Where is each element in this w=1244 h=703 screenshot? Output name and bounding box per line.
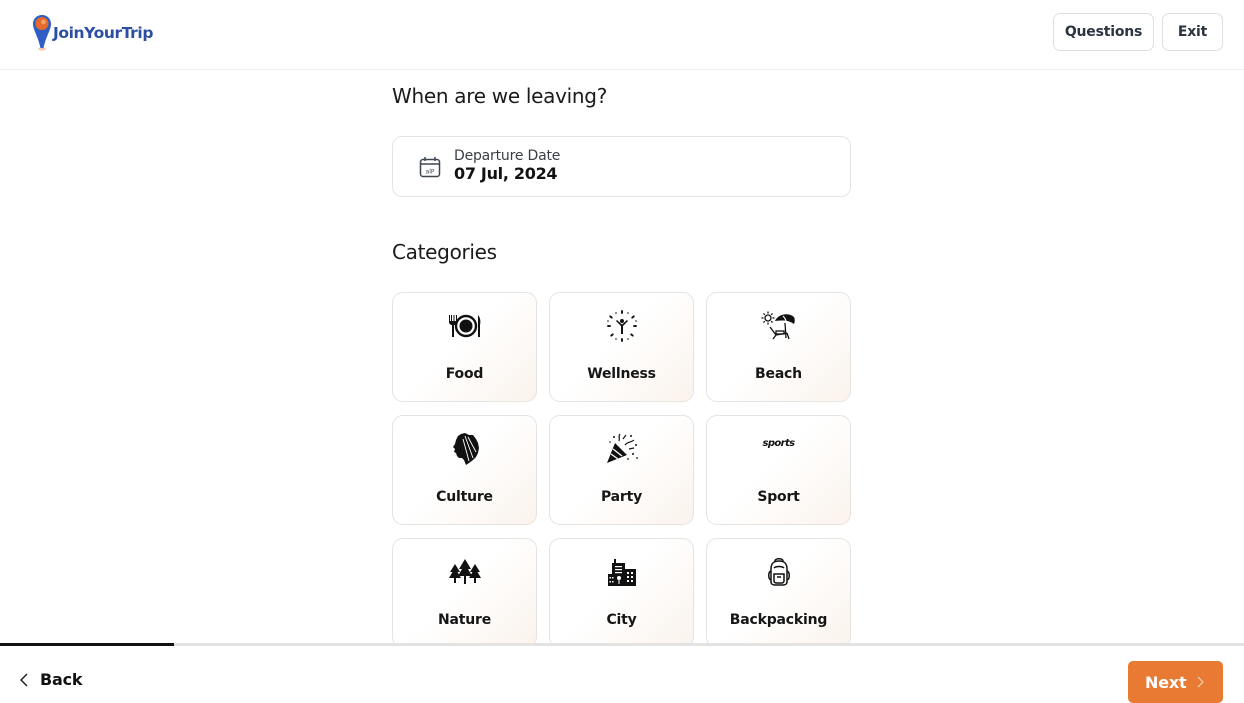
category-label: Beach: [755, 366, 802, 382]
category-card-sport[interactable]: sports Sport: [706, 415, 851, 525]
category-label: Culture: [436, 489, 493, 505]
backpack-icon: [761, 555, 797, 589]
trees-icon: [447, 555, 483, 589]
category-card-party[interactable]: Party: [549, 415, 694, 525]
category-label: Wellness: [587, 366, 656, 382]
chevron-left-icon: [20, 672, 28, 687]
category-label: Food: [445, 366, 484, 382]
back-button[interactable]: Back: [20, 670, 83, 689]
food-plate-icon: [447, 309, 483, 343]
departure-date-value: 07 Jul, 2024: [454, 164, 558, 183]
chevron-right-icon: [1197, 676, 1205, 688]
category-card-culture[interactable]: Culture: [392, 415, 537, 525]
beach-umbrella-icon: [761, 309, 797, 343]
categories-heading: Categories: [392, 240, 497, 264]
category-label: Party: [600, 489, 643, 505]
brand-logo[interactable]: JoinYourTrip: [32, 14, 153, 52]
questions-button[interactable]: Questions: [1053, 13, 1154, 51]
category-card-wellness[interactable]: Wellness: [549, 292, 694, 402]
back-button-label: Back: [40, 670, 83, 689]
next-button[interactable]: Next: [1128, 661, 1223, 703]
departure-date-field[interactable]: alP Departure Date 07 Jul, 2024: [392, 136, 851, 197]
top-header: JoinYourTrip Questions Exit: [0, 0, 1244, 70]
next-button-label: Next: [1145, 673, 1187, 692]
category-card-backpacking[interactable]: Backpacking: [706, 538, 851, 648]
party-popper-icon: [604, 432, 640, 466]
category-label: Nature: [437, 612, 492, 628]
category-label: Sport: [757, 489, 800, 505]
brand-name: JoinYourTrip: [53, 24, 154, 42]
sports-icon: sports: [759, 426, 799, 460]
svg-text:alP: alP: [426, 169, 435, 176]
category-card-beach[interactable]: Beach: [706, 292, 851, 402]
category-card-nature[interactable]: Nature: [392, 538, 537, 648]
departure-date-label: Departure Date: [454, 148, 561, 164]
bottom-nav: Back Next: [0, 646, 1244, 703]
wellness-icon: [604, 309, 640, 343]
departure-heading: When are we leaving?: [392, 84, 608, 108]
culture-headdress-icon: [447, 432, 483, 466]
category-card-food[interactable]: Food: [392, 292, 537, 402]
exit-button[interactable]: Exit: [1162, 13, 1223, 51]
category-label: Backpacking: [729, 612, 828, 628]
calendar-icon: alP: [419, 156, 441, 182]
sports-icon-text: sports: [762, 437, 795, 449]
category-label: City: [606, 612, 637, 628]
location-pin-icon: [33, 15, 51, 51]
category-card-city[interactable]: City: [549, 538, 694, 648]
city-buildings-icon: [604, 555, 640, 589]
